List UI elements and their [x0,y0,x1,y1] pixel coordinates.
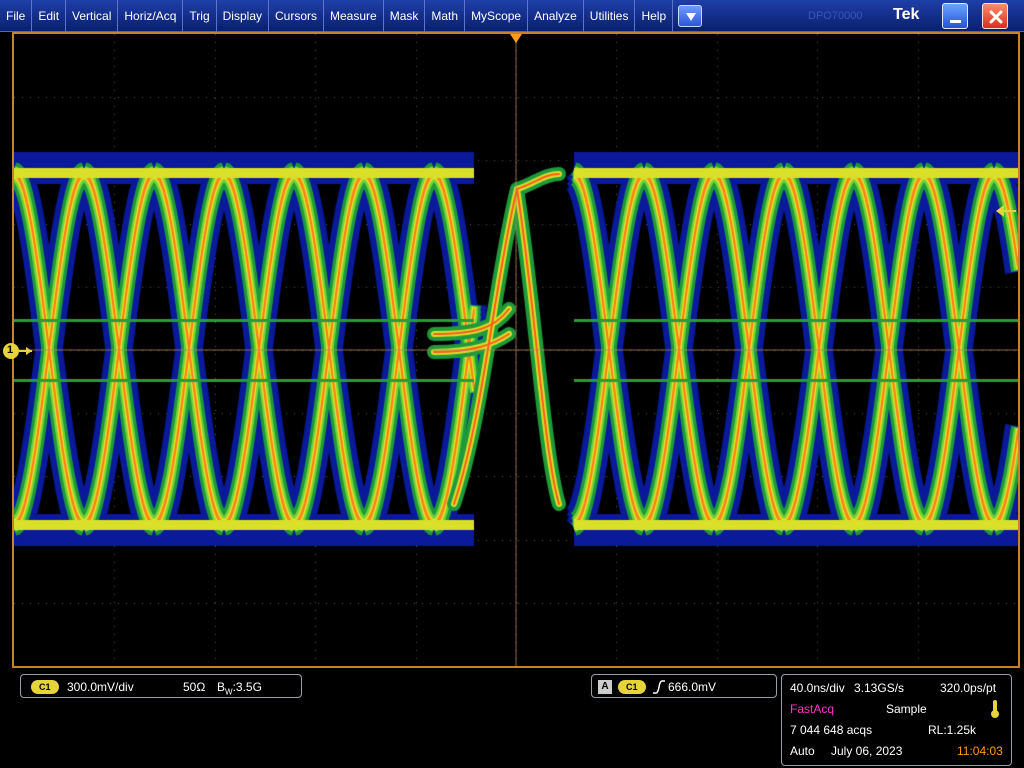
bw-value: :3.5G [232,680,262,694]
waveform-display[interactable] [14,34,1018,666]
menu-item-myscope[interactable]: MyScope [465,0,529,32]
thermometer-icon [991,700,999,718]
menu-item-utilities[interactable]: Utilities [584,0,636,32]
menu-item-trig[interactable]: Trig [183,0,217,32]
brand-logo: Tek [893,6,920,23]
menu-items: File Edit Vertical Horiz/Acq Trig Display Curs… [0,0,674,32]
trigger-readout[interactable]: A C1 666.0mV [591,674,777,698]
fastacq-mode: FastAcq [790,702,835,716]
resolution: 320.0ps/pt [940,681,997,695]
trigger-mode: Auto [790,744,815,758]
menu-item-help[interactable]: Help [635,0,674,32]
ch1-termination: 50Ω [183,680,206,694]
menu-item-math[interactable]: Math [425,0,466,32]
ch1-reference-marker[interactable]: 1 [2,342,34,367]
ch1-bandwidth-label: BW:3.5G [217,680,262,696]
close-button[interactable] [982,3,1008,29]
bw-subscript: W [225,687,233,697]
menu-item-file[interactable]: File [0,0,33,32]
menu-item-analyze[interactable]: Analyze [528,0,584,32]
record-length: RL:1.25k [928,723,977,737]
menu-item-vertical[interactable]: Vertical [66,0,119,32]
ch1-marker-label: 1 [7,344,14,356]
chevron-down-icon [686,13,696,21]
ch1-readout[interactable]: C1 300.0mV/div 50Ω BW:3.5G [20,674,302,698]
trigger-position-marker-icon[interactable] [510,34,522,44]
model-watermark: DPO70000 [808,10,863,22]
timebase: 40.0ns/div [790,681,845,695]
menu-item-measure[interactable]: Measure [324,0,384,32]
trigger-level: 666.0mV [668,680,717,694]
trigger-level-marker-icon[interactable] [996,204,1016,218]
sample-mode: Sample [886,702,927,716]
menu-item-cursors[interactable]: Cursors [269,0,325,32]
trigger-source-letter: A [598,680,612,694]
ch1-badge: C1 [31,680,59,694]
menu-item-edit[interactable]: Edit [32,0,67,32]
time: 11:04:03 [957,744,1003,758]
menu-item-mask[interactable]: Mask [384,0,426,32]
menu-item-horiz-acq[interactable]: Horiz/Acq [118,0,184,32]
minimize-icon [950,20,961,23]
acquisition-count: 7 044 648 acqs [790,723,873,737]
menu-bar: File Edit Vertical Horiz/Acq Trig Display Curs… [0,0,1024,32]
close-icon [989,10,1003,24]
sample-rate: 3.13GS/s [854,681,905,695]
bw-letter: B [217,680,226,694]
trigger-channel-badge: C1 [618,680,646,694]
minimize-button[interactable] [942,3,968,29]
rising-edge-icon [653,680,665,694]
ch1-scale: 300.0mV/div [67,680,134,694]
acquisition-readout[interactable]: 40.0ns/div 3.13GS/s 320.0ps/pt FastAcq S… [781,674,1012,766]
date: July 06, 2023 [831,744,903,758]
menu-item-display[interactable]: Display [217,0,269,32]
menu-dropdown-button[interactable] [678,5,702,27]
